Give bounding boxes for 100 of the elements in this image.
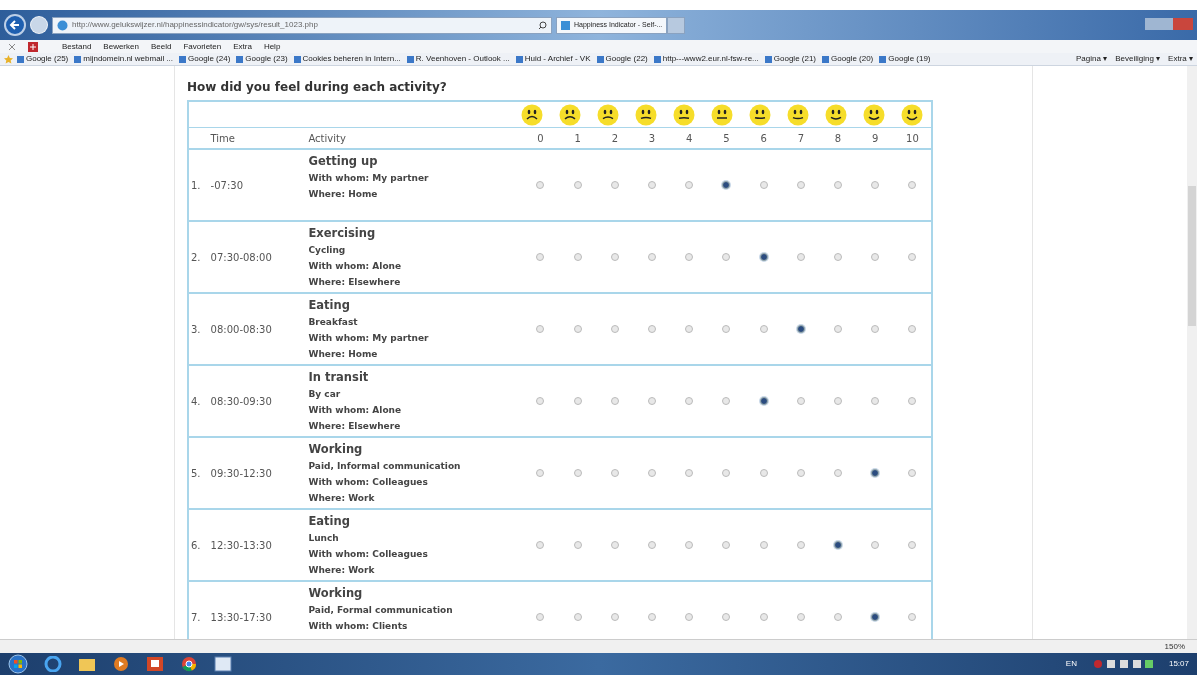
radio-button[interactable] [573,469,582,477]
radio-button[interactable] [908,469,917,477]
radio-button[interactable] [536,469,545,477]
bookmark-link[interactable]: Huid - Archief - VK [524,53,591,65]
radio-button[interactable] [834,541,843,549]
scrollbar-thumb[interactable] [1188,186,1196,326]
bookmark-link[interactable]: http---www2.eur.nl-fsw-re... [662,53,759,65]
radio-button[interactable] [648,253,657,261]
scrollbar[interactable] [1187,66,1197,639]
radio-button[interactable] [796,325,805,333]
bookmark-link[interactable]: Cookies beheren in Intern... [302,53,401,65]
toolbar-menu[interactable]: Beveiliging ▾ [1115,53,1161,65]
menu-item[interactable]: Help [263,40,281,53]
radio-button[interactable] [648,181,657,189]
radio-button[interactable] [871,613,880,621]
radio-button[interactable] [536,397,545,405]
radio-button[interactable] [722,181,731,189]
radio-button[interactable] [759,325,768,333]
bookmark-link[interactable]: mijndomein.nl webmail ... [83,53,174,65]
radio-button[interactable] [610,469,619,477]
radio-button[interactable] [536,541,545,549]
radio-button[interactable] [759,253,768,261]
start-button-icon[interactable] [8,654,28,674]
back-button[interactable] [4,14,26,36]
tray-icons[interactable] [1092,659,1153,669]
radio-button[interactable] [610,541,619,549]
close-icon[interactable] [8,42,16,51]
bookmark-link[interactable]: Google (22) [605,53,648,65]
radio-button[interactable] [759,469,768,477]
bookmark-link[interactable]: Google (21) [773,53,817,65]
radio-button[interactable] [834,325,843,333]
radio-button[interactable] [759,181,768,189]
radio-button[interactable] [573,541,582,549]
radio-button[interactable] [685,613,694,621]
media-taskbar-icon[interactable] [112,656,130,672]
radio-button[interactable] [834,397,843,405]
radio-button[interactable] [834,181,843,189]
bookmark-link[interactable]: Google (20) [831,53,874,65]
radio-button[interactable] [685,397,694,405]
forward-button[interactable] [30,16,48,34]
radio-button[interactable] [796,541,805,549]
radio-button[interactable] [573,181,582,189]
radio-button[interactable] [648,613,657,621]
menu-item[interactable]: Bewerken [103,40,139,53]
radio-button[interactable] [536,613,545,621]
menu-item[interactable]: Bestand [62,40,92,53]
address-bar[interactable]: http://www.gelukswijzer.nl/happinessindicator/gw/sys/result_1023.php [52,16,552,34]
chrome-taskbar-icon[interactable] [180,656,198,672]
radio-button[interactable] [536,181,545,189]
radio-button[interactable] [908,541,917,549]
radio-button[interactable] [573,325,582,333]
radio-button[interactable] [536,325,545,333]
radio-button[interactable] [685,469,694,477]
radio-button[interactable] [871,469,880,477]
radio-button[interactable] [610,397,619,405]
radio-button[interactable] [908,181,917,189]
radio-button[interactable] [648,469,657,477]
radio-button[interactable] [796,253,805,261]
radio-button[interactable] [759,397,768,405]
radio-button[interactable] [908,613,917,621]
radio-button[interactable] [685,541,694,549]
menu-item[interactable]: Extra [233,40,252,53]
radio-button[interactable] [908,253,917,261]
radio-button[interactable] [573,397,582,405]
radio-button[interactable] [796,181,805,189]
radio-button[interactable] [573,253,582,261]
radio-button[interactable] [573,613,582,621]
radio-button[interactable] [722,253,731,261]
bookmark-link[interactable]: Google (24) [188,53,231,65]
radio-button[interactable] [610,325,619,333]
bookmark-link[interactable]: Google (23) [245,53,288,65]
radio-button[interactable] [796,397,805,405]
radio-button[interactable] [871,181,880,189]
radio-button[interactable] [796,613,805,621]
addon-icon[interactable] [28,41,38,52]
radio-button[interactable] [759,541,768,549]
radio-button[interactable] [610,613,619,621]
new-tab-button[interactable] [667,16,686,34]
bookmark-link[interactable]: Google (25) [26,53,69,65]
radio-button[interactable] [796,469,805,477]
radio-button[interactable] [685,253,694,261]
radio-button[interactable] [871,325,880,333]
language-indicator[interactable]: EN [1065,658,1077,670]
menu-item[interactable]: Favorieten [183,40,222,53]
radio-button[interactable] [648,541,657,549]
radio-button[interactable] [871,397,880,405]
radio-button[interactable] [871,253,880,261]
window-controls-icon[interactable] [1145,18,1193,32]
folder-taskbar-icon[interactable] [78,656,96,672]
toolbar-menu[interactable]: Pagina ▾ [1076,53,1108,65]
radio-button[interactable] [685,325,694,333]
radio-button[interactable] [722,541,731,549]
radio-button[interactable] [722,469,731,477]
radio-button[interactable] [871,541,880,549]
toolbar-menu[interactable]: Extra ▾ [1168,53,1193,65]
radio-button[interactable] [834,469,843,477]
bookmark-link[interactable]: R. Veenhoven - Outlook ... [415,53,510,65]
radio-button[interactable] [722,325,731,333]
radio-button[interactable] [648,325,657,333]
radio-button[interactable] [908,325,917,333]
